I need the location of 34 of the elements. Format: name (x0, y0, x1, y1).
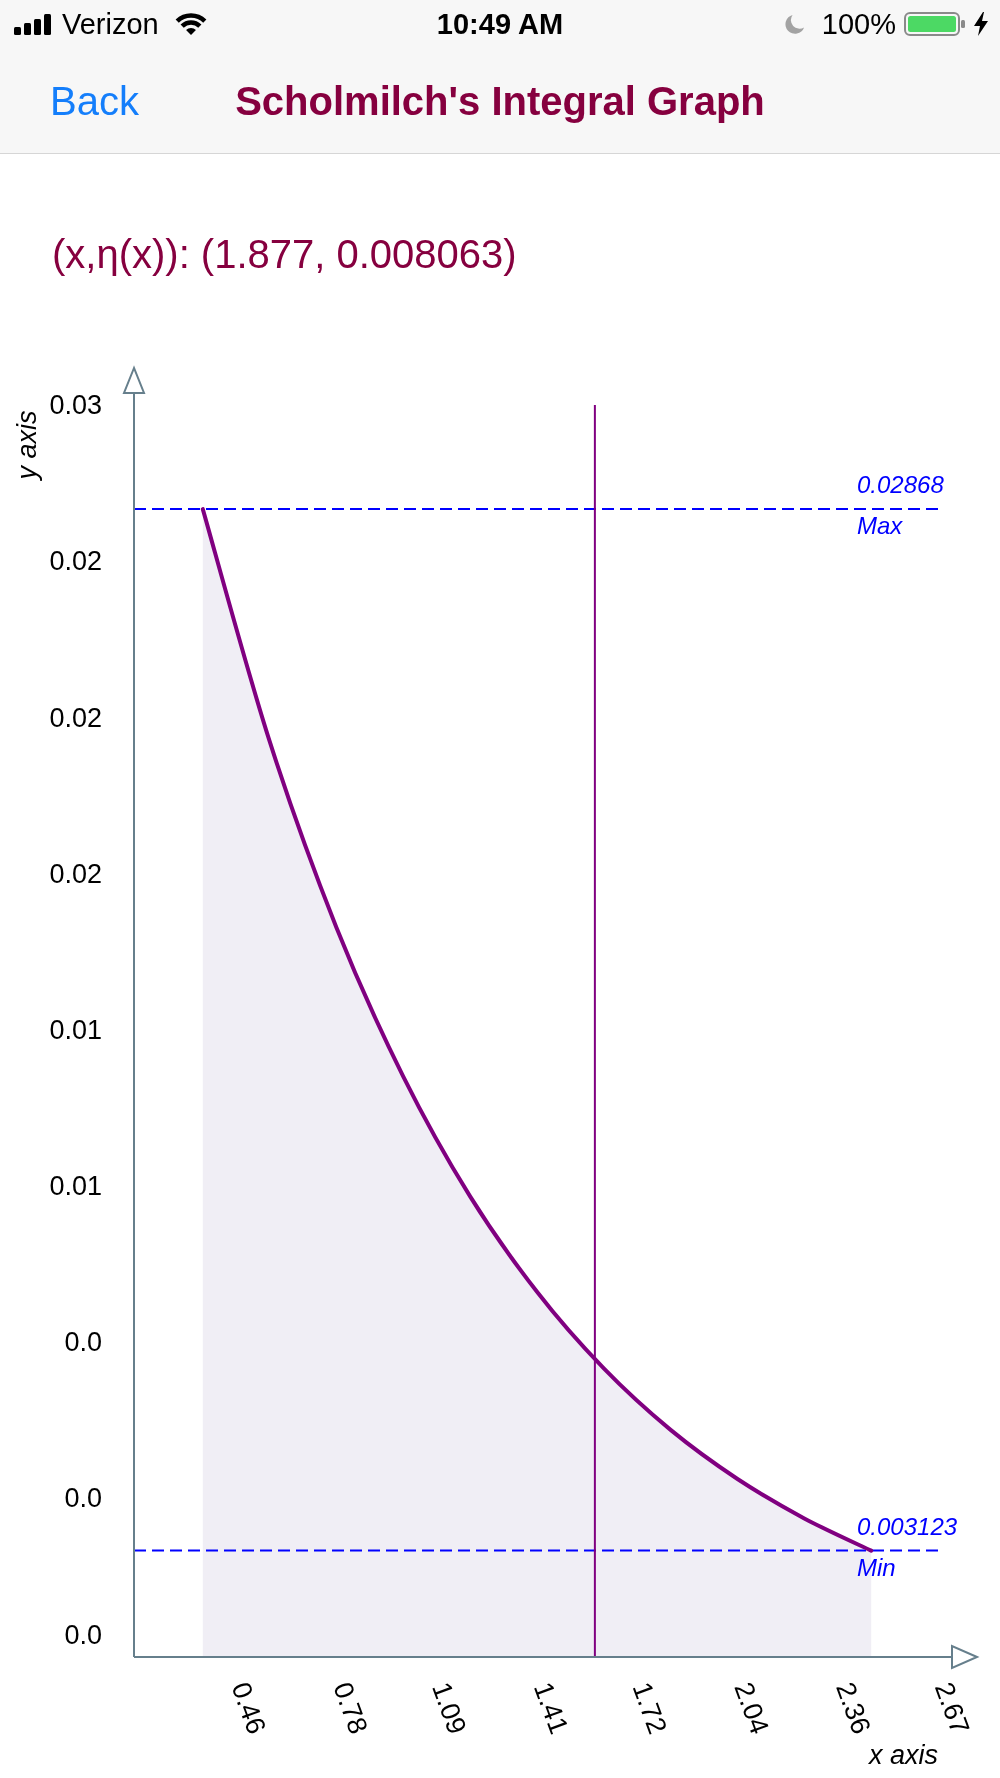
reference-value-label: 0.003123 (857, 1512, 958, 1540)
y-tick-label: 0.0 (64, 1326, 102, 1357)
y-tick-label: 0.02 (49, 545, 102, 576)
battery-percent: 100% (821, 7, 896, 41)
back-link[interactable]: Back (50, 76, 139, 125)
moon-icon (782, 12, 806, 36)
y-axis-title: y axis (12, 410, 42, 480)
carrier-name: Verizon (62, 7, 159, 41)
cursor-readout: (x,η(x)): (1.877, 0.008063) (52, 232, 517, 276)
reference-value-label: 0.02868 (857, 471, 944, 499)
x-tick-label: 1.09 (426, 1678, 473, 1738)
x-tick-label: 2.36 (830, 1678, 877, 1738)
y-tick-label: 0.0 (64, 1482, 102, 1513)
y-tick-label: 0.02 (49, 702, 102, 733)
charging-bolt-icon (974, 12, 988, 36)
x-tick-label: 2.67 (928, 1678, 976, 1738)
x-tick-label: 0.46 (225, 1678, 272, 1738)
y-tick-label: 0.03 (49, 389, 102, 420)
x-tick-label: 1.72 (626, 1678, 673, 1738)
wifi-icon (174, 12, 207, 36)
reference-name-label: Max (857, 512, 903, 540)
y-tick-label: 0.02 (49, 858, 102, 889)
x-tick-label: 1.41 (527, 1678, 575, 1738)
y-tick-label: 0.01 (49, 1014, 102, 1045)
x-axis-title: x axis (868, 1740, 938, 1770)
y-tick-label: 0.01 (49, 1170, 102, 1201)
x-tick-label: 2.04 (728, 1678, 775, 1738)
y-tick-label: 0.0 (64, 1620, 102, 1650)
battery-icon (904, 12, 966, 36)
screen-title: Scholmilch's Integral Graph (235, 77, 765, 125)
cellular-signal-icon (14, 13, 52, 35)
clock-time: 10:49 AM (436, 7, 564, 41)
x-tick-label: 0.78 (327, 1678, 374, 1738)
reference-name-label: Min (857, 1553, 896, 1581)
